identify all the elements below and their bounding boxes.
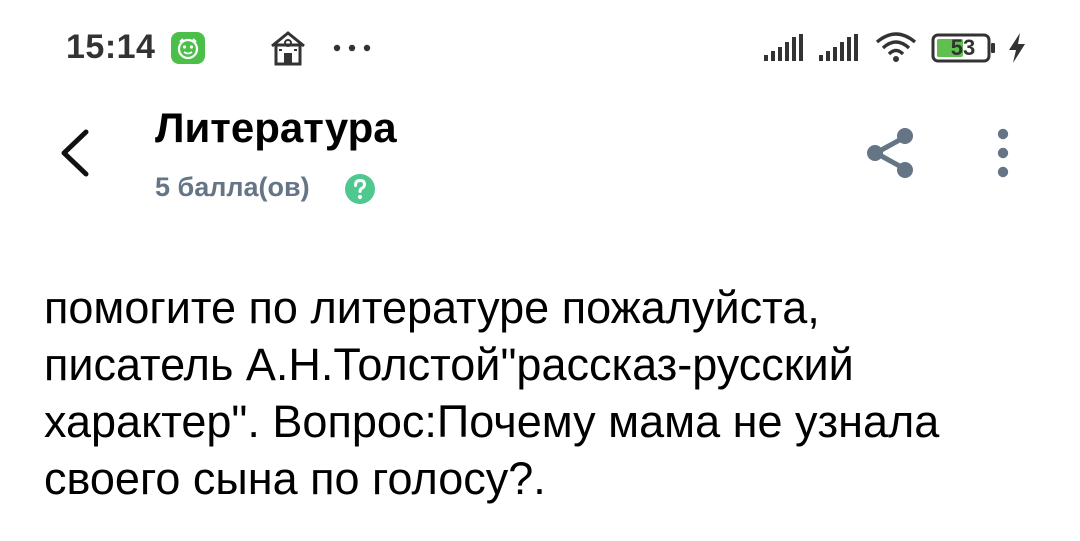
more-vertical-icon[interactable]	[988, 124, 1018, 182]
signal-bars-icon	[764, 34, 803, 61]
battery-level: 53	[950, 35, 976, 60]
house-icon	[271, 31, 305, 66]
green-face-icon	[171, 32, 205, 64]
status-time: 15:14	[66, 28, 156, 66]
share-icon[interactable]	[862, 124, 920, 182]
status-bar: 15:14 53	[0, 0, 1080, 95]
question-circle-icon[interactable]	[344, 173, 376, 205]
bolt-icon	[1009, 33, 1025, 63]
signal-bars-icon	[819, 34, 858, 61]
wifi-icon	[875, 32, 917, 62]
points-label: 5 балла(ов)	[155, 172, 310, 202]
chevron-left-icon[interactable]	[50, 126, 98, 180]
question-text: помогите по литературе пожалуйста, писат…	[44, 282, 940, 504]
ellipsis-icon	[333, 44, 371, 52]
page-title: Литература	[155, 104, 397, 151]
